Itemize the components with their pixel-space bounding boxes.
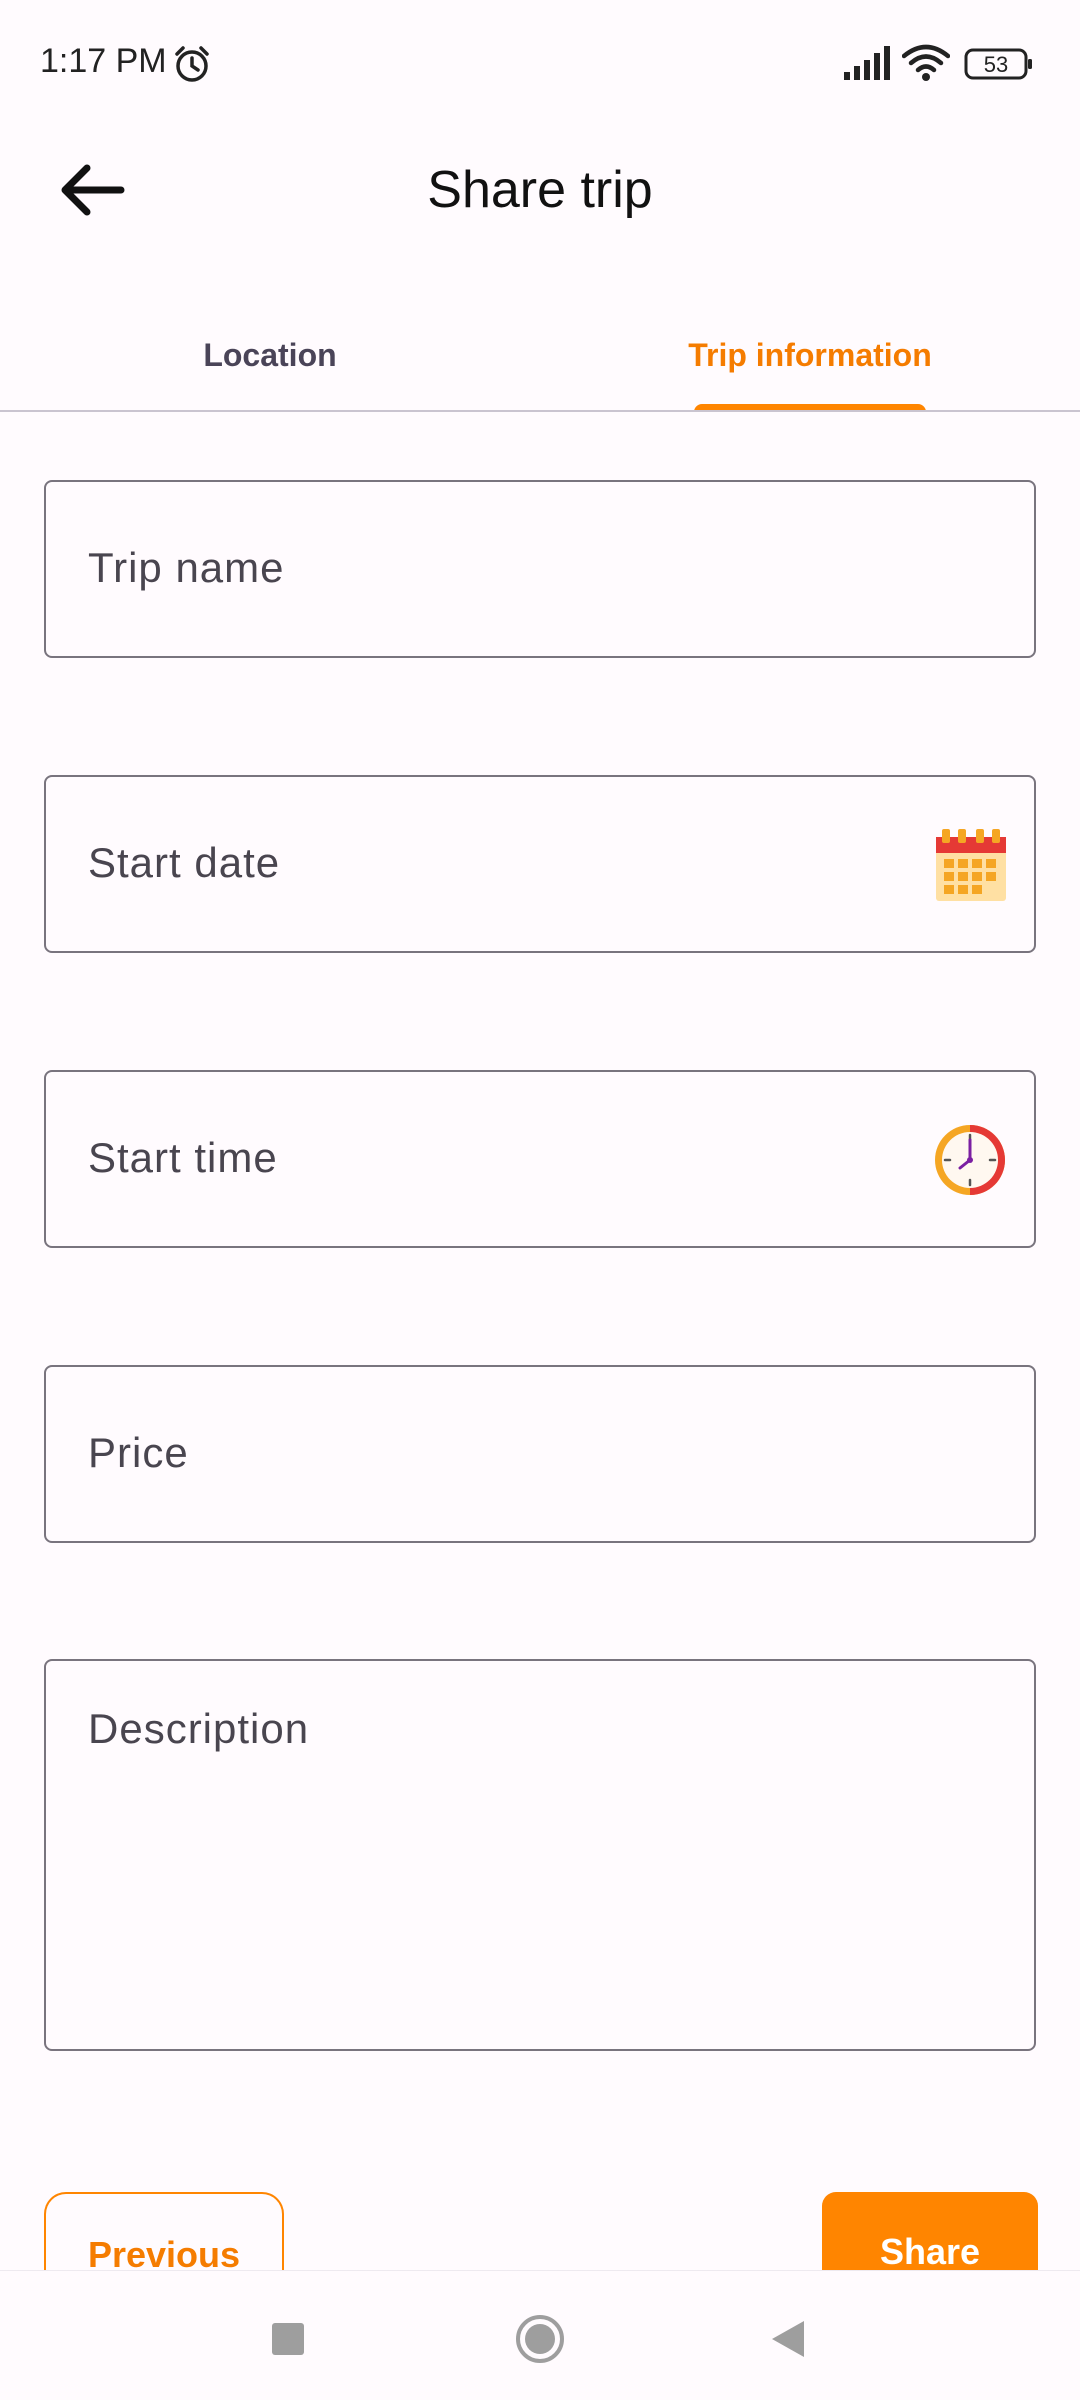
tabs-divider <box>0 410 1080 412</box>
page-title: Share trip <box>427 161 653 219</box>
home-icon[interactable] <box>514 2313 566 2370</box>
price-field[interactable]: Price <box>44 1365 1036 1543</box>
price-label: Price <box>88 1429 189 1476</box>
system-nav-bar <box>0 2270 1080 2400</box>
description-field[interactable]: Description <box>44 1659 1036 2051</box>
clock-icon[interactable] <box>932 1122 1008 1203</box>
start-date-label: Start date <box>88 839 281 886</box>
start-time-field[interactable]: Start time <box>44 1070 1036 1248</box>
back-icon[interactable] <box>770 2319 806 2364</box>
recents-icon[interactable] <box>270 2321 306 2362</box>
alarm-icon <box>172 44 212 89</box>
tab-bar: Location Trip information <box>0 300 1080 412</box>
status-bar: 1:17 PM 53 <box>0 0 1080 130</box>
tab-trip-information[interactable]: Trip information <box>540 300 1080 410</box>
start-date-field[interactable]: Start date <box>44 775 1036 953</box>
status-time: 1:17 PM <box>40 42 167 80</box>
tab-location[interactable]: Location <box>0 300 540 410</box>
trip-name-label: Trip name <box>88 544 285 591</box>
calendar-icon[interactable] <box>934 827 1008 908</box>
signal-icon <box>842 46 892 85</box>
description-label: Description <box>88 1705 310 1752</box>
wifi-icon <box>901 44 951 87</box>
start-time-label: Start time <box>88 1134 278 1181</box>
battery-level: 53 <box>983 52 1009 77</box>
trip-name-field[interactable]: Trip name <box>44 480 1036 658</box>
